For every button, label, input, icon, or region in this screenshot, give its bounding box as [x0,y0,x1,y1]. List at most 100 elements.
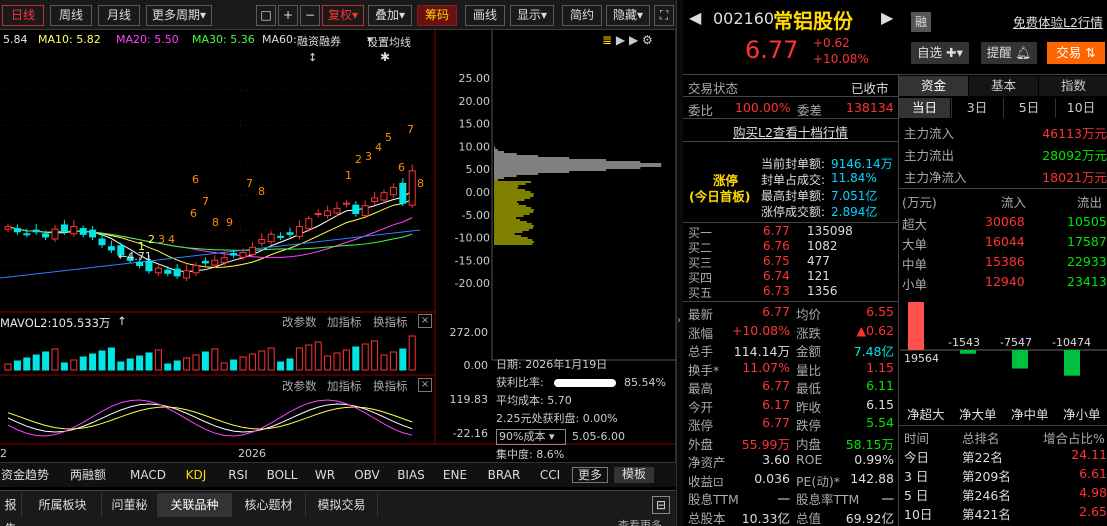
volume-bar [201,351,209,371]
rank-pos: 第421名 [962,507,1011,522]
square-tool-icon[interactable]: □ [256,5,276,26]
collapse-arrow-icon[interactable]: › [677,315,681,326]
tab-sim-trade[interactable]: 模拟交易 [306,493,378,517]
tab-obv[interactable]: OBV [350,464,384,486]
vol-edit-params[interactable]: 改参数 [282,314,317,330]
vol-close-icon[interactable]: × [418,314,432,328]
tab-more[interactable]: 更多 [572,467,608,483]
alert-button[interactable]: 提醒 🔔︎ [981,42,1037,64]
cost-select[interactable]: 90%成本 ▾ [496,429,566,445]
count-label: 6 [398,161,405,174]
bid-label: 买五 [688,286,713,300]
volume-bar [145,352,153,371]
kdj-close-icon[interactable]: × [418,378,432,392]
kdj-switch-indicator[interactable]: 换指标 [373,378,408,394]
tab-cci[interactable]: CCI [534,464,566,486]
fund-period[interactable]: 5日 [1003,98,1054,118]
simple-button[interactable]: 简约 [562,5,602,26]
fund-period[interactable]: 当日 [899,98,950,118]
count-label: 4 [375,141,382,154]
fund-bar-label: 19564 [904,352,939,365]
panel-splitter[interactable] [676,0,683,526]
tab-wr[interactable]: WR [310,464,340,486]
hide-dropdown[interactable]: 隐藏▾ [606,5,650,26]
tab-macd[interactable]: MACD [126,464,170,486]
bid-volume: 135098 [807,224,853,238]
volume-bar [211,348,219,371]
pct-axis-label: -20.00 [455,277,490,290]
fund-out: 23413 [1067,274,1107,289]
tab-sector[interactable]: 所属板块 [24,493,102,517]
weibi-value: 100.00% [735,100,791,115]
period-day-tab[interactable]: 日线 [2,5,44,26]
tab-related[interactable]: 关联品种 [158,493,232,517]
volume-bar [380,354,388,371]
volume-bar [136,355,144,371]
count-label: 9 [226,216,233,229]
next-stock-icon[interactable]: ▶ [881,8,893,27]
tab-boll[interactable]: BOLL [262,464,302,486]
up-down-marker-icon: ↕ [308,51,318,64]
add-watchlist-button[interactable]: 自选 ✚▾ [911,42,969,64]
quote-value: 6.77 [762,378,790,393]
quote-value2: 58.15万 [845,436,894,452]
kdj-edit-params[interactable]: 改参数 [282,378,317,394]
fund-tab[interactable]: 指数 [1039,76,1107,96]
fund-period[interactable]: 10日 [1055,98,1106,118]
tab-fund-trend[interactable]: 资金趋势 [0,464,50,486]
view-more-link[interactable]: 查看更多 [618,517,662,526]
fund-tab[interactable]: 基本 [969,76,1038,96]
tab-ene[interactable]: ENE [438,464,472,486]
fund-label: 主力流入 [904,126,955,141]
overlay-dropdown[interactable]: 叠加▾ [368,5,412,26]
volume-bar [361,343,369,371]
tab-report[interactable]: 报告 [0,493,22,526]
tab-rsi[interactable]: RSI [222,464,254,486]
tab-kdj[interactable]: KDJ [178,464,214,486]
rank-pct: 6.61 [1079,466,1107,481]
vol-switch-indicator[interactable]: 换指标 [373,314,408,330]
volume-bar [305,344,313,371]
candle-body [248,246,256,256]
rank-time: 3 日 [904,469,929,484]
quote-value2: 1.15 [866,359,894,375]
count-label: 3 [158,233,165,246]
tab-brar[interactable]: BRAR [484,464,524,486]
limit-subtitle: (今日首板) [689,189,751,204]
zoom-in-icon[interactable]: + [278,5,298,26]
tab-theme[interactable]: 核心题材 [232,493,306,517]
kdj-add-indicator[interactable]: 加指标 [327,378,362,394]
draw-line-button[interactable]: 画线 [465,5,505,26]
candle-body [4,226,12,230]
fullscreen-icon[interactable]: ⛶ [654,5,674,26]
quote-value2: ▲0.62 [856,322,894,338]
chip-button[interactable]: 筹码 [417,5,457,26]
fund-tab[interactable]: 资金 [899,76,968,96]
trade-button[interactable]: 交易 ⇅ [1047,42,1105,64]
limit-row-label: 封单占成交: [761,173,826,187]
volume-bar [277,361,285,371]
tab-board-qa[interactable]: 问董秘 [102,493,158,517]
quote-value2: 7.48亿 [853,344,894,359]
min-price-label: ←4.71 [118,250,152,263]
volume-bar [408,335,416,371]
volume-bar [154,349,162,371]
period-month-tab[interactable]: 月线 [98,5,140,26]
period-more-dropdown[interactable]: 更多周期▾ [146,5,212,26]
tab-margin[interactable]: 两融额 [60,464,116,486]
fund-period[interactable]: 3日 [951,98,1002,118]
period-week-tab[interactable]: 周线 [50,5,92,26]
fuquan-dropdown[interactable]: 复权▾ [322,5,364,26]
tab-bias[interactable]: BIAS [394,464,428,486]
prev-stock-icon[interactable]: ◀ [689,8,701,27]
expand-icon[interactable]: ⊟ [652,496,670,514]
vol-add-indicator[interactable]: 加指标 [327,314,362,330]
display-dropdown[interactable]: 显示▾ [510,5,554,26]
fund-bar-label: -7547 [1000,336,1032,349]
zoom-out-icon[interactable]: − [300,5,320,26]
volume-bar [107,347,115,371]
l2-trial-link[interactable]: 免费体验L2行情 [1013,12,1103,31]
l2-buy-link[interactable]: 购买L2查看十档行情 [733,122,848,141]
quote-value: 0.036 [754,470,790,486]
tab-template[interactable]: 模板 [614,467,654,483]
